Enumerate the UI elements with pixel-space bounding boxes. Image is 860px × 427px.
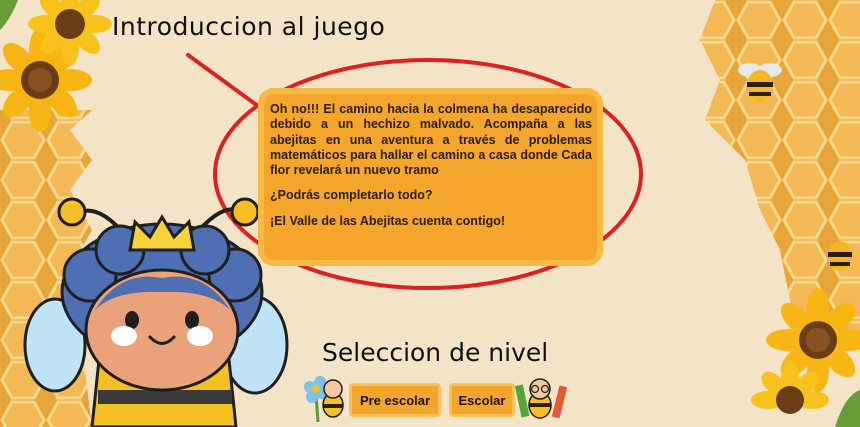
flower-bee-icon <box>304 376 344 423</box>
intro-closing: ¡El Valle de las Abejitas cuenta contigo… <box>270 213 506 228</box>
intro-paragraph: Oh no!!! El camino hacia la colmena ha d… <box>270 102 592 178</box>
game-screen: Introduccion al juego Oh no!!! El camino… <box>0 0 860 427</box>
intro-text: Oh no!!! El camino hacia la colmena ha d… <box>270 102 592 239</box>
honeycomb-right-icon <box>690 0 860 340</box>
level-selection-title: Seleccion de nivel <box>322 338 549 367</box>
student-bee-icon <box>514 378 568 419</box>
escolar-button[interactable]: Escolar <box>449 383 515 417</box>
pre-escolar-button[interactable]: Pre escolar <box>349 383 441 417</box>
intro-question: ¿Podrás completarlo todo? <box>270 188 433 203</box>
page-title: Introduccion al juego <box>112 12 386 41</box>
